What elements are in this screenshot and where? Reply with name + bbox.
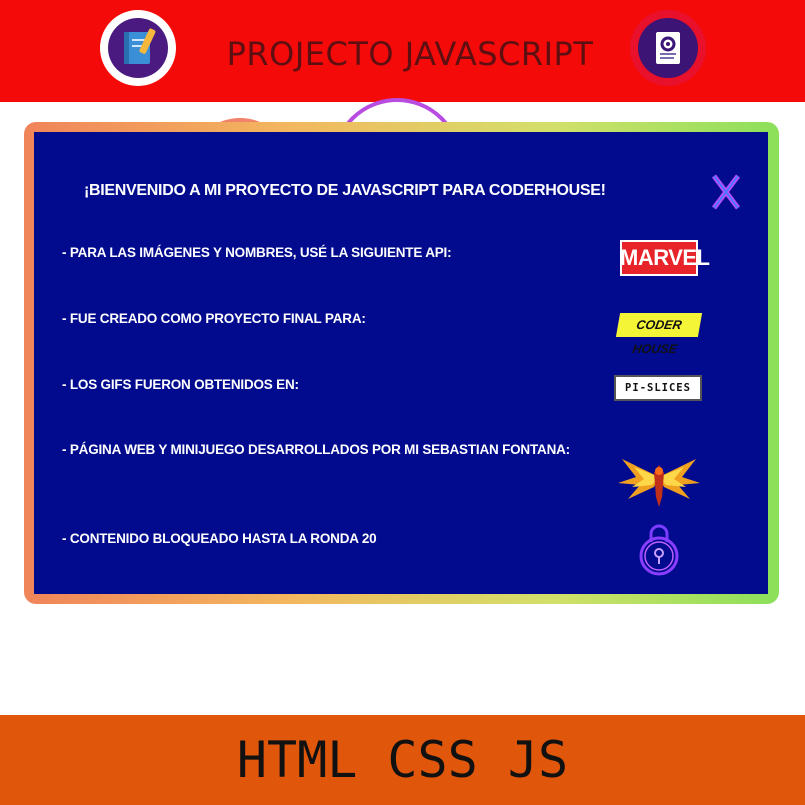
coderhouse-logo[interactable]: CODER HOUSE	[615, 313, 703, 356]
notebook-pencil-icon[interactable]	[100, 10, 176, 86]
lock-icon[interactable]	[634, 518, 684, 578]
footer-bar: HTML CSS JS	[0, 715, 805, 805]
welcome-modal-frame: ¡BIENVENIDO A MI PROYECTO DE JAVASCRIPT …	[24, 122, 779, 604]
info-row-final-project: - FUE CREADO COMO PROYECTO FINAL PARA:	[62, 311, 366, 326]
document-settings-icon[interactable]	[630, 10, 706, 86]
marvel-logo[interactable]: MARVEL	[620, 240, 710, 276]
phoenix-icon[interactable]	[614, 447, 704, 509]
header-bar: PROJECTO JAVASCRIPT	[0, 0, 805, 102]
info-row-api: - PARA LAS IMÁGENES Y NOMBRES, USÉ LA SI…	[62, 245, 452, 260]
info-row-gifs: - LOS GIFS FUERON OBTENIDOS EN:	[62, 377, 299, 392]
page-title: PROJECTO JAVASCRIPT	[226, 35, 594, 73]
modal-title: ¡BIENVENIDO A MI PROYECTO DE JAVASCRIPT …	[84, 182, 606, 199]
footer-tech-label: HTML CSS JS	[236, 731, 569, 789]
info-row-locked: - CONTENIDO BLOQUEADO HASTA LA RONDA 20	[62, 531, 377, 546]
close-button[interactable]	[708, 170, 744, 214]
pislices-logo[interactable]: PI-SLICES	[614, 375, 702, 401]
welcome-modal: ¡BIENVENIDO A MI PROYECTO DE JAVASCRIPT …	[34, 132, 768, 594]
info-row-author: - PÁGINA WEB Y MINIJUEGO DESARROLLADOS P…	[62, 442, 570, 457]
close-icon	[712, 174, 740, 210]
